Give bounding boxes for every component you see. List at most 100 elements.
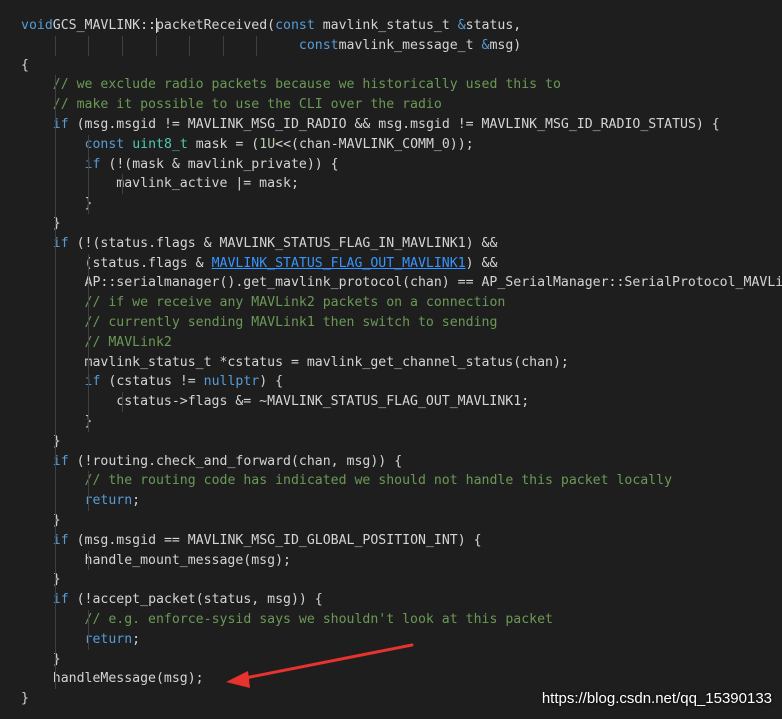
code-line[interactable]: if (msg.msgid == MAVLINK_MSG_ID_GLOBAL_P…	[0, 530, 782, 551]
code-line[interactable]: if (!(mask & mavlink_private)) {	[0, 154, 782, 175]
code-line[interactable]: if (cstatus != nullptr) {	[0, 372, 782, 393]
code-line[interactable]: }	[0, 213, 782, 234]
code-line[interactable]: // if we receive any MAVLink2 packets on…	[0, 293, 782, 313]
code-line[interactable]: AP::serialmanager().get_mavlink_protocol…	[0, 273, 782, 294]
code-line[interactable]: // the routing code has indicated we sho…	[0, 471, 782, 492]
code-line[interactable]: return;	[0, 491, 782, 511]
code-token: ) &&	[465, 255, 498, 271]
code-token: cstatus->flags &= ~MAVLINK_STATUS_FLAG_O…	[21, 394, 530, 410]
code-token: status,	[465, 18, 522, 33]
indent-guide	[55, 35, 56, 56]
code-link[interactable]: MAVLINK_STATUS_FLAG_OUT_MAVLINK1	[212, 256, 466, 271]
code-keyword: if	[84, 156, 101, 172]
code-line[interactable]: if (msg.msgid != MAVLINK_MSG_ID_RADIO &&…	[0, 114, 782, 135]
indent-guide	[88, 411, 89, 432]
code-line[interactable]: return;	[0, 629, 782, 650]
code-line[interactable]: if (!routing.check_and_forward(chan, msg…	[0, 451, 782, 472]
indent-guide	[88, 471, 89, 492]
indent-guide	[55, 530, 56, 551]
code-token: <<(chan-MAVLINK_COMM_0));	[275, 136, 474, 152]
code-token: (status.flags &	[21, 255, 212, 271]
indent-guide	[55, 471, 56, 492]
indent-guide	[88, 194, 89, 214]
code-keyword: const	[84, 136, 125, 152]
code-token: GCS_MAVLINK::	[52, 18, 156, 33]
code-line[interactable]: constmavlink_message_t &msg)	[0, 35, 782, 56]
indent-guide	[55, 491, 56, 511]
code-line[interactable]: {	[0, 56, 782, 76]
indent-guide	[55, 75, 56, 96]
code-line[interactable]: mavlink_status_t *cstatus = mavlink_get_…	[0, 352, 782, 373]
indent-guide	[223, 35, 224, 56]
code-token: uint8_t	[132, 136, 188, 152]
code-token: mavlink_message_t	[338, 37, 482, 53]
code-line[interactable]: }	[0, 411, 782, 432]
code-line[interactable]: }	[0, 510, 782, 531]
code-comment: // the routing code has indicated we sho…	[84, 473, 673, 489]
code-line[interactable]: if (!(status.flags & MAVLINK_STATUS_FLAG…	[0, 233, 782, 254]
code-token: ) {	[259, 374, 284, 390]
indent-guide	[55, 332, 56, 353]
code-line[interactable]: handleMessage(msg);	[0, 669, 782, 690]
code-line[interactable]: mavlink_active |= mask;	[0, 174, 782, 195]
code-line[interactable]: cstatus->flags &= ~MAVLINK_STATUS_FLAG_O…	[0, 392, 782, 412]
indent-guide	[88, 609, 89, 630]
indent-guide	[55, 570, 56, 591]
code-token: (msg.msgid != MAVLINK_MSG_ID_RADIO && ms…	[76, 116, 720, 132]
code-line[interactable]: const uint8_t mask = (1U<<(chan-MAVLINK_…	[0, 134, 782, 155]
code-keyword: const	[298, 37, 339, 53]
code-line[interactable]: // MAVLink2	[0, 332, 782, 353]
code-token: (!accept_packet(status, msg)) {	[76, 592, 323, 608]
indent-guide	[55, 372, 56, 393]
code-keyword: const	[275, 18, 315, 33]
code-token: packetReceived(	[155, 18, 276, 33]
code-keyword: return	[84, 493, 133, 509]
indent-guide	[88, 332, 89, 353]
code-line[interactable]: // currently sending MAVLink1 then switc…	[0, 312, 782, 333]
code-line[interactable]: (status.flags & MAVLINK_STATUS_FLAG_OUT_…	[0, 253, 782, 274]
indent-guide	[88, 629, 89, 650]
code-token: handleMessage(msg);	[21, 671, 204, 687]
code-line[interactable]: }	[0, 649, 782, 670]
code-line[interactable]: // we exclude radio packets because we h…	[0, 75, 782, 96]
code-line[interactable]: voidGCS_MAVLINK::packetReceived(const ma…	[0, 16, 782, 36]
indent-guide	[55, 669, 56, 690]
code-editor[interactable]: voidGCS_MAVLINK::packetReceived(const ma…	[0, 0, 782, 719]
code-token: (cstatus !=	[108, 374, 204, 390]
code-area[interactable]: voidGCS_MAVLINK::packetReceived(const ma…	[0, 16, 782, 709]
indent-guide	[256, 35, 257, 56]
code-line[interactable]: }	[0, 194, 782, 214]
indent-guide	[55, 154, 56, 175]
indent-guide	[55, 590, 56, 610]
code-line[interactable]: // make it possible to use the CLI over …	[0, 95, 782, 115]
indent-guide	[88, 392, 89, 412]
indent-guide	[55, 273, 56, 294]
indent-guide	[88, 273, 89, 294]
code-token: 1U	[259, 136, 276, 152]
indent-guide	[55, 114, 56, 135]
indent-guide	[88, 134, 89, 155]
code-token: ;	[132, 493, 141, 509]
code-line[interactable]: handle_mount_message(msg);	[0, 550, 782, 571]
indent-guide	[122, 174, 123, 195]
code-line[interactable]: }	[0, 431, 782, 452]
code-keyword: &	[457, 18, 466, 33]
code-line[interactable]: }	[0, 570, 782, 591]
code-line[interactable]: if (!accept_packet(status, msg)) {	[0, 590, 782, 610]
code-line[interactable]: // e.g. enforce-sysid says we shouldn't …	[0, 609, 782, 630]
code-token: mavlink_status_t	[322, 18, 458, 33]
code-keyword: if	[84, 374, 101, 390]
